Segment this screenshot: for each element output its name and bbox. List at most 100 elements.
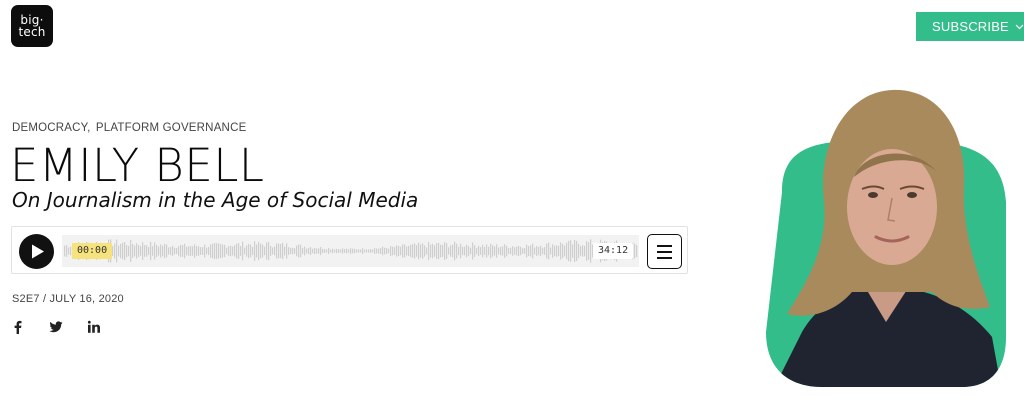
waveform-bar: [478, 245, 480, 257]
waveform-bar: [354, 248, 356, 254]
waveform-bar: [534, 247, 536, 255]
waveform-bar: [438, 242, 440, 260]
waveform-bar: [466, 244, 468, 258]
waveform-bar: [132, 243, 134, 259]
category-link-democracy[interactable]: DEMOCRACY: [12, 122, 87, 134]
waveform-bar: [636, 245, 638, 257]
waveform-bar: [300, 244, 302, 258]
waveform-bar: [484, 246, 486, 256]
waveform-bar: [256, 244, 258, 258]
waveform-bar: [176, 248, 178, 254]
waveform-bar: [528, 245, 530, 257]
waveform-bar: [128, 245, 130, 257]
waveform-bar: [590, 239, 592, 263]
waveform-bar: [460, 243, 462, 259]
waveform-bar: [138, 245, 140, 257]
waveform-bar: [338, 249, 340, 253]
playlist-menu-button[interactable]: [647, 234, 682, 269]
waveform-bar: [570, 240, 572, 262]
waveform-bar: [248, 243, 250, 259]
episode-title: EMILY BELL: [10, 139, 265, 192]
waveform-bar: [470, 247, 472, 255]
waveform-bar: [582, 245, 584, 257]
waveform-bar: [322, 249, 324, 253]
waveform-bar: [500, 246, 502, 256]
linkedin-icon[interactable]: [87, 320, 101, 334]
waveform-bar: [114, 243, 116, 259]
waveform-bar: [232, 246, 234, 256]
waveform-seekbar[interactable]: [62, 235, 639, 267]
waveform-bar: [144, 245, 146, 257]
waveform-bar: [196, 246, 198, 256]
waveform-bar: [180, 244, 182, 258]
waveform-bar: [390, 245, 392, 257]
waveform-bar: [492, 245, 494, 257]
waveform-bar: [268, 241, 270, 261]
waveform-bar: [356, 249, 358, 253]
waveform-bar: [444, 242, 446, 260]
waveform-bar: [488, 246, 490, 256]
waveform-bar: [472, 242, 474, 260]
waveform-bar: [318, 248, 320, 254]
waveform-bar: [244, 247, 246, 255]
play-button[interactable]: [19, 234, 54, 269]
waveform-bar: [558, 245, 560, 257]
waveform-bar: [342, 248, 344, 254]
waveform-bar: [388, 248, 390, 254]
waveform-bar: [146, 245, 148, 257]
waveform-bar: [234, 245, 236, 257]
waveform-bar: [496, 244, 498, 258]
waveform-bar: [580, 246, 582, 256]
waveform-bar: [328, 248, 330, 254]
category-link-platform-governance[interactable]: PLATFORM GOVERNANCE: [96, 122, 247, 134]
face: [847, 149, 937, 265]
waveform-bar: [430, 244, 432, 258]
waveform-bar: [142, 242, 144, 260]
waveform-bar: [520, 246, 522, 256]
facebook-icon[interactable]: [11, 320, 25, 334]
audio-player: 00:00 34:12: [11, 226, 688, 274]
waveform-bar: [332, 248, 334, 254]
waveform-bar: [122, 242, 124, 260]
waveform-bar: [238, 243, 240, 259]
waveform-bar: [588, 242, 590, 260]
waveform-bar: [546, 243, 548, 259]
waveform-bar: [216, 243, 218, 259]
waveform-bar: [286, 243, 288, 259]
waveform-bar: [482, 244, 484, 258]
waveform-bar: [512, 246, 514, 256]
waveform-bar: [374, 248, 376, 254]
waveform-bar: [420, 244, 422, 258]
waveform-bar: [174, 247, 176, 255]
waveform-bar: [120, 243, 122, 259]
waveform-bar: [182, 245, 184, 257]
big-tech-logo[interactable]: big· tech: [11, 5, 53, 47]
waveform-bar: [326, 249, 328, 253]
waveform-bar: [380, 247, 382, 255]
waveform-bar: [152, 246, 154, 256]
waveform-bar: [586, 241, 588, 261]
episode-meta: S2E7 / JULY 16, 2020: [12, 293, 124, 305]
waveform-bar: [440, 244, 442, 258]
waveform-bar: [272, 247, 274, 255]
waveform-bar: [432, 243, 434, 259]
waveform-bar: [148, 247, 150, 255]
waveform-bar: [198, 246, 200, 256]
subscribe-button[interactable]: SUBSCRIBE: [916, 12, 1024, 41]
logo-line-2: tech: [18, 25, 46, 39]
menu-line: [657, 251, 672, 253]
waveform-bar: [554, 245, 556, 257]
menu-line: [657, 257, 672, 259]
waveform-bar: [448, 247, 450, 255]
waveform-bar: [368, 249, 370, 253]
waveform-bar: [538, 246, 540, 256]
waveform-bar: [400, 246, 402, 256]
waveform-bar: [502, 246, 504, 256]
waveform-bar: [254, 241, 256, 261]
category-separator: ,: [87, 122, 91, 134]
waveform-bar: [414, 243, 416, 259]
waveform-bar: [260, 243, 262, 259]
twitter-icon[interactable]: [49, 320, 63, 334]
waveform-bar: [164, 243, 166, 259]
waveform-bar: [334, 249, 336, 253]
